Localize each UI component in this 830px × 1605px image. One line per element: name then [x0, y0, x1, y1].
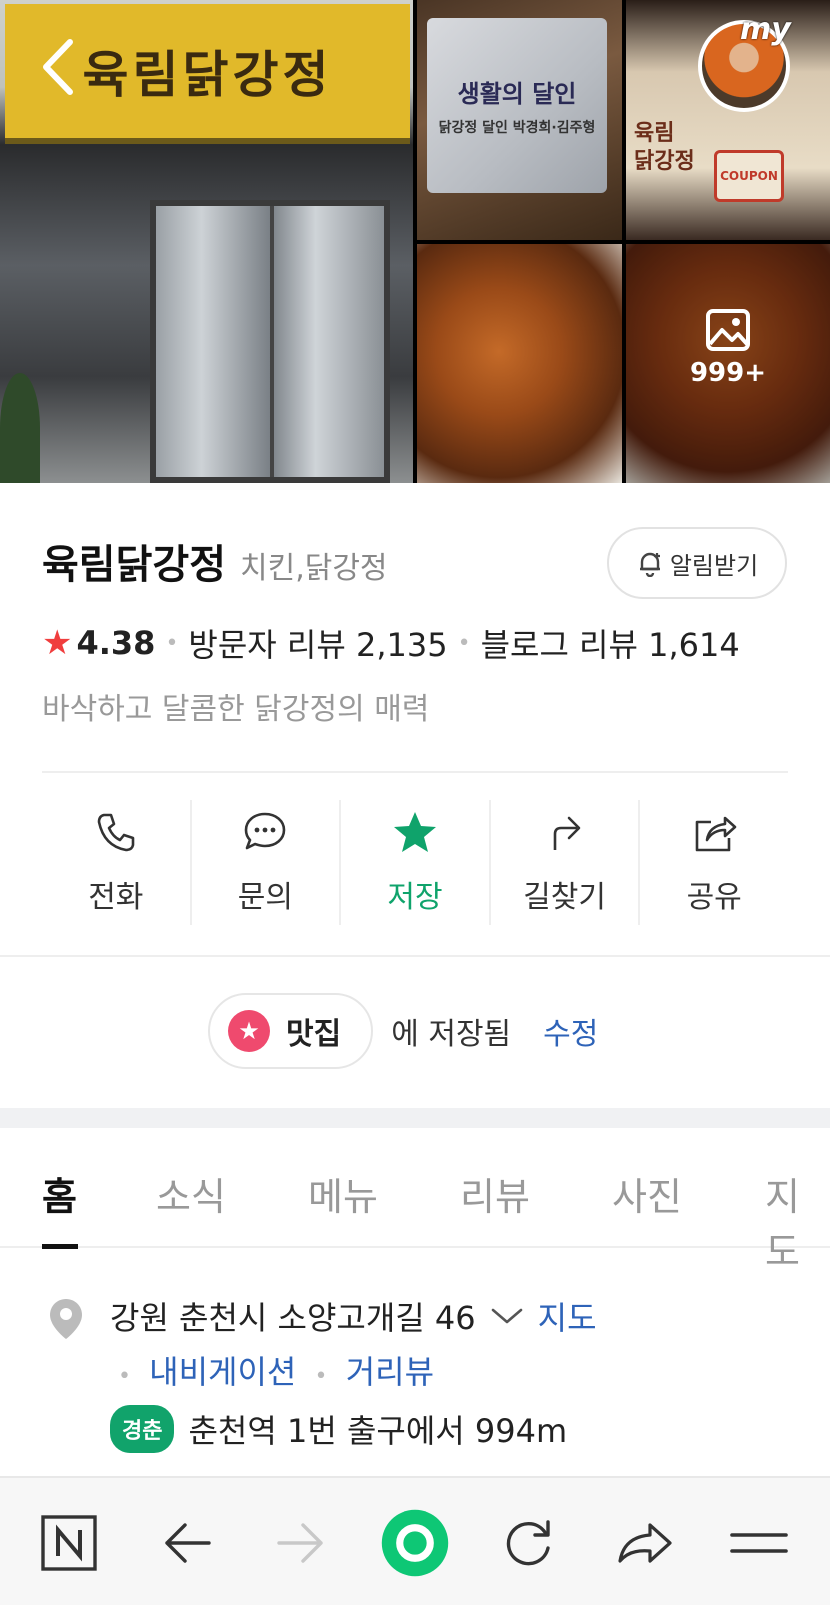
save-label: 저장 [387, 879, 443, 915]
back-arrow-icon[interactable] [38, 38, 82, 96]
photo-gallery: 육림닭강정 생활의 달인 닭강정 달인 박경희·김주형 육림 닭강정 COUPO… [0, 0, 830, 483]
green-dot-icon [381, 1509, 449, 1577]
rating-star-icon: ★ [42, 623, 73, 663]
forward-button[interactable] [266, 1508, 336, 1578]
separator-dot: • [118, 1364, 131, 1389]
share-arrow-icon [618, 1523, 672, 1563]
arrow-left-icon [165, 1523, 211, 1563]
saved-folder-chip[interactable]: ★ 맛집 [208, 993, 374, 1069]
award-plaque: 생활의 달인 닭강정 달인 박경희·김주형 [427, 18, 607, 193]
separator-dot: • [457, 630, 471, 656]
box-text: 육림 닭강정 [634, 120, 695, 176]
tab-news[interactable]: 소식 [156, 1166, 226, 1221]
naver-logo-icon [41, 1515, 97, 1571]
inquiry-label: 문의 [237, 879, 293, 915]
address-links: • 내비게이션 • 거리뷰 [110, 1347, 434, 1393]
call-button[interactable]: 전화 [42, 800, 192, 925]
share-button[interactable]: 공유 [640, 800, 788, 925]
tab-reviews[interactable]: 리뷰 [460, 1166, 530, 1221]
share-page-button[interactable] [610, 1508, 680, 1578]
phone-icon [97, 813, 135, 851]
address-line: 강원 춘천시 소양고개길 46 지도 [110, 1293, 597, 1339]
back-button[interactable] [152, 1508, 222, 1578]
folder-name: 맛집 [286, 1017, 342, 1052]
star-icon [393, 811, 436, 852]
directions-label: 길찾기 [523, 879, 606, 915]
inquiry-button[interactable]: 문의 [192, 800, 342, 925]
refresh-button[interactable] [494, 1508, 564, 1578]
alarm-label: 알림받기 [669, 551, 759, 580]
menu-button[interactable] [724, 1508, 794, 1578]
tab-photos[interactable]: 사진 [612, 1166, 682, 1221]
streetview-link[interactable]: 거리뷰 [346, 1353, 434, 1391]
photo-count-label: 999+ [689, 358, 767, 388]
my-label: my [740, 12, 791, 47]
plaque-title: 생활의 달인 [457, 80, 577, 108]
hamburger-menu-icon [730, 1533, 788, 1553]
subway-line-badge: 경춘 [110, 1405, 175, 1453]
call-label: 전화 [88, 879, 144, 915]
place-title-row: 육림닭강정 치킨,닭강정 [42, 532, 388, 590]
photo-count: 999+ [626, 308, 830, 388]
chat-icon [245, 812, 286, 849]
divider [0, 955, 830, 957]
arrow-right-icon [277, 1523, 323, 1563]
image-icon [706, 309, 750, 351]
store-door [150, 200, 390, 483]
place-category: 치킨,닭강정 [240, 551, 388, 586]
place-description: 바삭하고 달콤한 닭강정의 매력 [42, 692, 430, 727]
browser-toolbar [0, 1476, 830, 1605]
tab-map[interactable]: 지도 [765, 1166, 830, 1276]
location-pin-icon [50, 1299, 82, 1339]
separator-dot: • [314, 1364, 328, 1389]
share-label: 공유 [686, 879, 742, 915]
save-button[interactable]: 저장 [341, 800, 491, 925]
box-text-line1: 육림 [634, 121, 675, 146]
place-name: 육림닭강정 [42, 542, 226, 588]
rating-score: 4.38 [76, 624, 156, 662]
navigation-link[interactable]: 내비게이션 [149, 1353, 296, 1391]
bell-icon [639, 552, 660, 577]
bush [0, 373, 40, 483]
address-text: 강원 춘천시 소양고개길 46 [110, 1299, 476, 1337]
photo-plaque[interactable]: 생활의 달인 닭강정 달인 박경희·김주형 [417, 0, 622, 240]
plaque-subtitle: 닭강정 달인 박경희·김주형 [438, 120, 596, 136]
coupon-stamp: COUPON [714, 150, 784, 202]
separator-dot: • [165, 630, 179, 656]
naver-home-button[interactable] [34, 1508, 104, 1578]
tab-bar: 홈 소식 메뉴 리뷰 사진 지도 [0, 1130, 830, 1274]
directions-icon [553, 816, 580, 850]
station-info: 경춘 춘천역 1번 출구에서 994m [110, 1405, 567, 1453]
edit-link[interactable]: 수정 [543, 1009, 598, 1053]
action-bar: 전화 문의 저장 길찾기 공유 [42, 800, 788, 925]
active-tab-indicator [42, 1244, 78, 1249]
station-distance: 춘천역 1번 출구에서 994m [188, 1412, 568, 1450]
section-separator [0, 1108, 830, 1128]
saved-folder-row: ★ 맛집 에 저장됨 수정 [208, 993, 598, 1069]
alarm-button[interactable]: 알림받기 [607, 527, 787, 599]
box-text-line2: 닭강정 [634, 149, 695, 174]
chevron-down-icon[interactable] [490, 1306, 524, 1326]
saved-status-text: 에 저장됨 [391, 1017, 512, 1052]
visitor-reviews-link[interactable]: 방문자 리뷰 2,135 [188, 620, 447, 666]
blog-reviews-link[interactable]: 블로그 리뷰 1,614 [481, 620, 740, 666]
rating-row: ★ 4.38 • 방문자 리뷰 2,135 • 블로그 리뷰 1,614 [42, 620, 740, 666]
photo-chicken-2[interactable]: 999+ [626, 244, 830, 483]
share-icon [695, 816, 737, 851]
directions-button[interactable]: 길찾기 [491, 800, 641, 925]
map-link[interactable]: 지도 [538, 1293, 597, 1339]
green-dot-button[interactable] [380, 1508, 450, 1578]
refresh-icon [506, 1520, 550, 1566]
divider [42, 771, 788, 773]
tab-menu[interactable]: 메뉴 [308, 1166, 378, 1221]
tab-home[interactable]: 홈 [42, 1166, 77, 1221]
folder-star-icon: ★ [228, 1010, 270, 1052]
photo-chicken-1[interactable] [417, 244, 622, 483]
